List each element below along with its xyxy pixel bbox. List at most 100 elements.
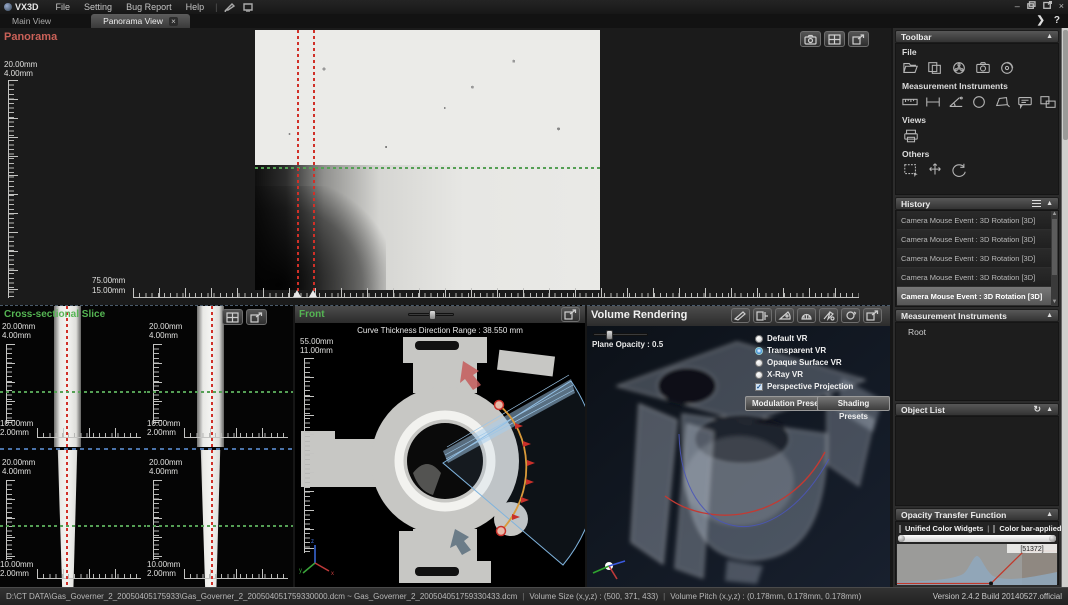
- minimize-button[interactable]: –: [1015, 1, 1020, 11]
- disc-export-icon[interactable]: [996, 58, 1018, 78]
- volume-curve-edit-button[interactable]: [731, 308, 750, 323]
- front-view[interactable]: Front Curve Thickness Direction Range : …: [295, 305, 585, 587]
- collapse-icon[interactable]: ▲: [1046, 312, 1053, 319]
- volume-3d-render[interactable]: [587, 326, 890, 587]
- radio-icon[interactable]: [755, 335, 763, 343]
- tape-ruler-icon[interactable]: [900, 92, 921, 112]
- volume-rendering-view[interactable]: Volume Rendering Plane Opacity : 0.5 Def…: [587, 305, 890, 587]
- expand-panel-icon[interactable]: ❯: [1037, 15, 1045, 26]
- history-item[interactable]: Camera Mouse Event : 3D Rotation [3D]: [897, 249, 1057, 268]
- refresh-icon[interactable]: ↻: [1034, 404, 1042, 415]
- cross-slice-top-right[interactable]: 20.00mm 4.00mm 10.00mm 2.00mm: [147, 306, 293, 447]
- menu-file[interactable]: File: [49, 2, 78, 12]
- tab-panorama-view[interactable]: Panorama View ×: [91, 14, 190, 28]
- instruments-root-node[interactable]: Root: [896, 323, 1058, 337]
- cross-slice-top-left[interactable]: 20.00mm 4.00mm 10.00mm 2.00mm: [0, 306, 146, 447]
- collapse-icon[interactable]: ▲: [1046, 406, 1053, 413]
- history-item-selected[interactable]: Camera Mouse Event : 3D Rotation [3D]: [897, 287, 1057, 306]
- front-export-button[interactable]: [561, 307, 580, 322]
- cross-export-button[interactable]: [246, 309, 267, 325]
- volume-rotate-button[interactable]: [841, 308, 860, 323]
- printer-icon[interactable]: [900, 126, 922, 146]
- otf-histogram[interactable]: [51372]: [897, 544, 1057, 585]
- history-section-header[interactable]: History ▲: [895, 197, 1059, 210]
- slice-guide-line[interactable]: [147, 525, 293, 527]
- panorama-slice-line-horizontal[interactable]: [255, 167, 600, 169]
- history-list-icon[interactable]: [1032, 200, 1041, 207]
- plane-opacity-slider[interactable]: [593, 333, 648, 336]
- instruments-section-header[interactable]: Measurement Instruments ▲: [895, 309, 1059, 322]
- help-icon[interactable]: ?: [1054, 15, 1060, 26]
- open-folder-icon[interactable]: [900, 58, 922, 78]
- cross-sectional-view[interactable]: Cross-sectional Slice 20.00mm 4.00mm 10.…: [0, 305, 293, 587]
- slice-curve-line[interactable]: [66, 306, 68, 447]
- history-item[interactable]: Camera Mouse Event : 3D Rotation [3D]: [897, 230, 1057, 249]
- tab-close-icon[interactable]: ×: [169, 17, 178, 26]
- radio-default-vr[interactable]: Default VR: [755, 334, 807, 343]
- checkbox-perspective-projection[interactable]: ✓ Perspective Projection: [755, 382, 853, 391]
- panorama-marker-1[interactable]: [293, 290, 301, 297]
- color-bar-mpr-checkbox[interactable]: [993, 525, 995, 533]
- radio-icon[interactable]: [755, 371, 763, 379]
- axis-crosshair-icon[interactable]: [924, 160, 946, 180]
- copy-pages-icon[interactable]: [924, 58, 946, 78]
- volume-fan-button[interactable]: [775, 308, 794, 323]
- front-slice-image[interactable]: z y x: [295, 323, 585, 587]
- reset-rotation-icon[interactable]: [948, 160, 970, 180]
- volume-preset-dome-button[interactable]: [797, 308, 816, 323]
- angle-measure-icon[interactable]: [946, 92, 967, 112]
- restore-button[interactable]: [1027, 1, 1036, 11]
- menu-help[interactable]: Help: [179, 2, 212, 12]
- annotation-pen-icon[interactable]: [224, 2, 236, 12]
- history-item[interactable]: Camera Mouse Event : 3D Rotation [3D]: [897, 211, 1057, 230]
- polygon-measure-icon[interactable]: [991, 92, 1012, 112]
- panorama-export-button[interactable]: [848, 31, 869, 47]
- slice-curve-line[interactable]: [211, 450, 213, 587]
- annotation-note-icon[interactable]: [1014, 92, 1035, 112]
- slice-curve-line[interactable]: [211, 306, 213, 447]
- cross-slice-bottom-right[interactable]: 20.00mm 4.00mm 10.00mm 2.00mm: [147, 450, 293, 587]
- panorama-curve-line-1[interactable]: [297, 30, 299, 298]
- history-item[interactable]: Camera Mouse Event : 3D Rotation [3D]: [897, 268, 1057, 287]
- radio-icon[interactable]: [755, 359, 763, 367]
- slice-guide-line[interactable]: [0, 391, 146, 393]
- popout-button[interactable]: [1043, 1, 1052, 11]
- checkbox-icon[interactable]: ✓: [755, 383, 763, 391]
- collapse-icon[interactable]: ▲: [1046, 511, 1053, 518]
- slice-guide-line[interactable]: [147, 391, 293, 393]
- slice-curve-line[interactable]: [66, 450, 68, 587]
- menu-setting[interactable]: Setting: [77, 2, 119, 12]
- front-thickness-slider[interactable]: [408, 313, 454, 316]
- collapse-icon[interactable]: ▲: [1046, 200, 1053, 207]
- panorama-curve-line-2[interactable]: [313, 30, 315, 298]
- camera-snapshot-icon[interactable]: [972, 58, 994, 78]
- history-scrollbar[interactable]: ▲▼: [1051, 211, 1058, 306]
- volume-clip-plane-button[interactable]: [753, 308, 772, 323]
- distance-measure-icon[interactable]: [923, 92, 944, 112]
- coordinate-system-icon[interactable]: [1037, 92, 1058, 112]
- radio-transparent-vr[interactable]: Transparent VR: [755, 346, 826, 355]
- circle-measure-icon[interactable]: [969, 92, 990, 112]
- shading-presets-button[interactable]: Shading Presets: [817, 396, 890, 411]
- otf-section-header[interactable]: Opacity Transfer Function ▲: [895, 508, 1059, 521]
- panorama-image[interactable]: [255, 30, 600, 290]
- close-button[interactable]: ×: [1059, 1, 1064, 11]
- panorama-view[interactable]: Panorama 20.00mm 4.00mm 75.00mm 15.00mm: [0, 28, 891, 305]
- radio-icon-selected[interactable]: [755, 347, 763, 355]
- radio-xray-vr[interactable]: X-Ray VR: [755, 370, 803, 379]
- sidebar-scrollbar[interactable]: [1061, 28, 1068, 587]
- cross-slice-bottom-left[interactable]: 20.00mm 4.00mm 10.00mm 2.00mm: [0, 450, 146, 587]
- toolbar-section-header[interactable]: Toolbar ▲: [895, 30, 1059, 43]
- tab-main-view[interactable]: Main View: [0, 14, 63, 28]
- slice-guide-line[interactable]: [0, 525, 146, 527]
- cross-layout-button[interactable]: [222, 309, 243, 325]
- collapse-icon[interactable]: ▲: [1046, 33, 1053, 40]
- panorama-capture-button[interactable]: [800, 31, 821, 47]
- otf-range-scrollbar[interactable]: [898, 535, 1056, 542]
- radio-opaque-surface-vr[interactable]: Opaque Surface VR: [755, 358, 842, 367]
- volume-export-button[interactable]: [863, 308, 882, 323]
- movie-record-icon[interactable]: [948, 58, 970, 78]
- panorama-layout-button[interactable]: [824, 31, 845, 47]
- quadrant-divider-line[interactable]: [0, 448, 293, 450]
- capture-region-icon[interactable]: [900, 160, 922, 180]
